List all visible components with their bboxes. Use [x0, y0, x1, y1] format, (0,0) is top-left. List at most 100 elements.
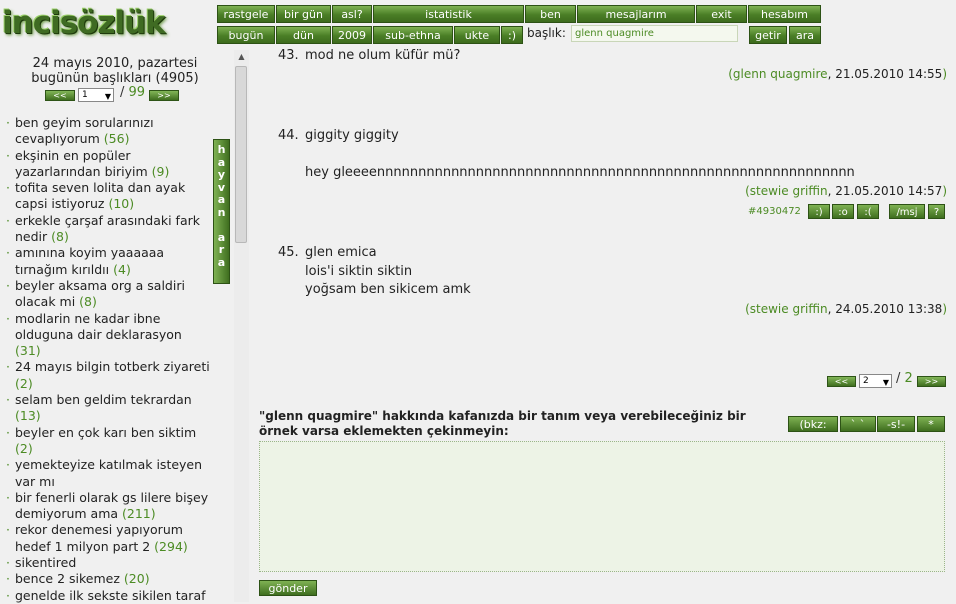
topic-title[interactable]: modlarin ne kadar ibne olduguna dair dek… — [15, 311, 182, 342]
topic-item[interactable]: selam ben geldim tekrardan (13) — [6, 392, 211, 425]
topic-title[interactable]: bir fenerli olarak gs lilere bişey demiy… — [15, 490, 208, 521]
asterisk-button[interactable]: * — [917, 416, 945, 432]
topic-count: (2) — [15, 375, 33, 391]
nav-bugun[interactable]: bugün — [217, 26, 275, 44]
entry-author-link[interactable]: stewie griffin — [750, 184, 828, 198]
nav-istatistik[interactable]: istatistik — [373, 5, 524, 23]
entry-date: 21.05.2010 14:55 — [835, 67, 943, 81]
chevron-down-icon: ▼ — [882, 378, 889, 387]
topic-title[interactable]: ekşinin en popüler yazarlarından biriyim — [15, 148, 148, 179]
hayvan-ara-letter — [214, 219, 229, 232]
topic-item[interactable]: erkekle çarşaf arasındaki fark nedir (8) — [6, 213, 211, 246]
topic-title[interactable]: 24 mayıs bilgin totberk ziyareti — [15, 359, 210, 374]
topic-title[interactable]: bence 2 sikemez — [15, 571, 120, 586]
topic-item[interactable]: beyler aksama org a saldiri olacak mi (8… — [6, 278, 211, 311]
entry-date: 21.05.2010 14:57 — [835, 184, 943, 198]
topic-count: (8) — [51, 229, 69, 245]
topic-title[interactable]: ben geyim sorularınızı cevaplıyorum — [15, 115, 154, 146]
nav-asl[interactable]: asl? — [332, 5, 372, 23]
vote-smile-button[interactable]: :) — [808, 204, 830, 219]
sidebar-next-page-button[interactable]: >> — [149, 90, 179, 101]
topic-list: ben geyim sorularınızı cevaplıyorum (56)… — [6, 115, 211, 604]
topic-count: (8) — [79, 294, 97, 310]
entry-meta: (stewie griffin, 24.05.2010 13:38) — [745, 302, 947, 316]
topic-count: (10) — [108, 196, 135, 212]
nav-bir-gun[interactable]: bir gün — [276, 5, 331, 23]
topic-item[interactable]: genelde ilk sekste sikilen taraf — [6, 588, 211, 604]
message-button[interactable]: /msj — [889, 204, 925, 219]
topic-item[interactable]: tofita seven lolita dan ayak capsi istiy… — [6, 180, 211, 213]
topic-item[interactable]: ekşinin en popüler yazarlarından biriyim… — [6, 148, 211, 181]
topic-count: (13) — [15, 408, 41, 424]
add-definition-prompt: "glenn quagmire" hakkında kafanızda bir … — [259, 409, 746, 438]
entry-date: 24.05.2010 13:38 — [835, 302, 943, 316]
vote-sad-button[interactable]: :( — [857, 204, 879, 219]
topic-title[interactable]: amınına koyim yaaaaaa tırnağım kırıldıı — [15, 245, 164, 276]
topic-item[interactable]: beyler en çok karı ben siktim (2) — [6, 425, 211, 458]
topic-item[interactable]: modlarin ne kadar ibne olduguna dair dek… — [6, 311, 211, 360]
hayvan-ara-letter: y — [217, 168, 226, 181]
topic-title[interactable]: beyler aksama org a saldiri olacak mi — [15, 278, 185, 309]
topic-count: (294) — [154, 538, 188, 554]
nav-rastgele[interactable]: rastgele — [217, 5, 275, 23]
site-logo[interactable]: incisözlük — [2, 2, 214, 44]
topic-title[interactable]: genelde ilk sekste sikilen taraf — [15, 588, 206, 603]
baslik-label: başlık: — [527, 26, 566, 40]
main-page-select[interactable]: 2 ▼ — [859, 374, 892, 388]
topic-title[interactable]: tofita seven lolita dan ayak capsi istiy… — [15, 180, 185, 211]
topic-item[interactable]: ben geyim sorularınızı cevaplıyorum (56) — [6, 115, 211, 148]
entry-author-link[interactable]: stewie griffin — [750, 302, 828, 316]
entry-id-link[interactable]: #4930472 — [748, 206, 801, 217]
topic-item[interactable]: rekor denemesi yapıyorum hedef 1 milyon … — [6, 522, 211, 555]
submit-button[interactable]: gönder — [259, 580, 317, 596]
main-next-page-button[interactable]: >> — [917, 376, 946, 387]
ara-button[interactable]: ara — [789, 26, 821, 44]
main-prev-page-button[interactable]: << — [827, 376, 856, 387]
nav-ukte[interactable]: ukte — [454, 26, 500, 44]
quote-button[interactable]: ` ` — [840, 416, 876, 432]
nav-exit[interactable]: exit — [696, 5, 747, 23]
hayvan-ara-letter: a — [217, 193, 226, 206]
topic-item[interactable]: amınına koyim yaaaaaa tırnağım kırıldıı … — [6, 245, 211, 278]
sidebar-prev-page-button[interactable]: << — [45, 90, 75, 101]
entry-author-link[interactable]: glenn quagmire — [733, 67, 828, 81]
topic-item[interactable]: bir fenerli olarak gs lilere bişey demiy… — [6, 490, 211, 523]
topic-item[interactable]: sikentired — [6, 555, 211, 572]
nav-mesajlarim[interactable]: mesajlarım — [577, 5, 695, 23]
spoiler-button[interactable]: -s!- — [877, 416, 915, 432]
sidebar-page-total-value: 99 — [128, 85, 146, 100]
nav-dun[interactable]: dün — [276, 26, 331, 44]
scrollbar-thumb[interactable] — [235, 66, 247, 243]
entry-number: 44. — [278, 128, 299, 143]
nav-smiley[interactable]: :) — [501, 26, 523, 44]
topic-count: (4) — [113, 261, 131, 277]
topic-count: (9) — [151, 163, 170, 179]
topic-title[interactable]: sikentired — [15, 555, 76, 570]
nav-sub-ethna[interactable]: sub-ethna — [373, 26, 453, 44]
sidebar-date-header: 24 mayıs 2010, pazartesi bugünün başlıkl… — [0, 56, 230, 86]
topic-count: (31) — [15, 343, 41, 359]
vote-neutral-button[interactable]: :o — [832, 204, 854, 219]
help-button[interactable]: ? — [928, 204, 945, 219]
entry-number: 43. — [278, 48, 299, 63]
nav-ben[interactable]: ben — [525, 5, 576, 23]
nav-2009[interactable]: 2009 — [332, 26, 372, 44]
baslik-search-input[interactable] — [571, 25, 738, 42]
topic-item[interactable]: 24 mayıs bilgin totberk ziyareti (2) — [6, 359, 211, 392]
nav-hesabim[interactable]: hesabım — [748, 5, 821, 23]
topic-count: (20) — [123, 571, 150, 587]
bkz-button[interactable]: (bkz: — [788, 416, 838, 432]
definition-textarea[interactable] — [259, 441, 945, 572]
topic-title[interactable]: erkekle çarşaf arasındaki fark nedir — [15, 213, 200, 244]
topic-title[interactable]: selam ben geldim tekrardan — [15, 392, 192, 407]
topic-item[interactable]: bence 2 sikemez (20) — [6, 571, 211, 588]
sidebar-page-select[interactable]: 1 ▼ — [78, 88, 114, 102]
scroll-up-arrow-icon[interactable]: ▲ — [234, 50, 249, 64]
topic-title[interactable]: yemekteyize katılmak isteyen var mı — [15, 457, 202, 488]
topic-count: (211) — [122, 506, 156, 522]
sidebar-today-count: bugünün başlıkları (4905) — [31, 71, 199, 86]
topic-item[interactable]: yemekteyize katılmak isteyen var mı — [6, 457, 211, 490]
hayvan-ara-button[interactable]: hayvan ara — [213, 139, 230, 284]
getir-button[interactable]: getir — [749, 26, 787, 44]
topic-title[interactable]: beyler en çok karı ben siktim — [15, 425, 196, 440]
